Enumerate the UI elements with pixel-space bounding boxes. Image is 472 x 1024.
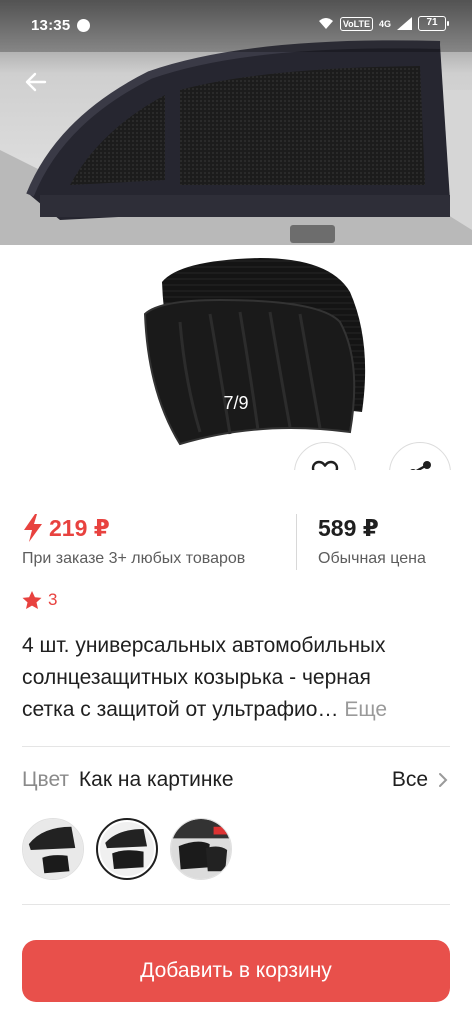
promo-note: При заказе 3+ любых товаров [22, 550, 246, 567]
share-button[interactable] [389, 442, 451, 470]
product-title: 4 шт. универсальных автомобильных солнце… [22, 630, 452, 726]
promo-price: 219 ₽ [23, 514, 110, 542]
product-gallery[interactable]: 13:35 VoLTE 4G 71 7/9 [0, 0, 472, 470]
divider [22, 904, 450, 905]
signal-icon [397, 17, 412, 30]
volte-badge: VoLTE [339, 16, 373, 31]
rating[interactable]: 3 [22, 590, 57, 610]
thumb-image [171, 819, 231, 879]
color-option-selected[interactable] [96, 818, 158, 880]
more-link[interactable]: Еще [344, 698, 387, 721]
star-icon [22, 590, 42, 609]
price-divider [296, 514, 297, 570]
all-colors-label: Все [391, 768, 428, 791]
arrow-left-icon [25, 72, 47, 92]
color-option[interactable] [22, 818, 84, 880]
color-thumbnails [22, 818, 232, 880]
rating-value: 3 [48, 590, 58, 609]
notification-icon [77, 19, 90, 32]
image-counter: 7/9 [223, 393, 249, 413]
promo-price-value: 219 ₽ [49, 514, 110, 541]
product-photo [143, 258, 366, 446]
wifi-icon [318, 18, 333, 29]
color-selector-row[interactable]: Цвет Как на картинке Все [22, 768, 450, 798]
title-line: солнцезащитных козырька - черная [22, 666, 371, 689]
regular-price: 589 ₽ [318, 515, 379, 541]
share-icon [410, 461, 431, 470]
status-bar: 13:35 VoLTE 4G 71 [0, 0, 472, 52]
heart-icon [311, 460, 339, 470]
battery-icon: 71 [418, 16, 449, 31]
chevron-right-icon [439, 773, 448, 787]
all-colors-link[interactable]: Все [392, 768, 448, 792]
status-time: 13:35 [31, 17, 71, 34]
network-badge: 4G [378, 18, 391, 29]
regular-price-note: Обычная цена [318, 550, 426, 567]
color-label: Цвет [22, 768, 70, 791]
color-value: Как на картинке [78, 768, 234, 791]
color-option[interactable] [170, 818, 232, 880]
divider [22, 746, 450, 747]
back-button[interactable] [14, 60, 58, 104]
price-block: 219 ₽ При заказе 3+ любых товаров 589 ₽ … [0, 510, 472, 575]
title-line: 4 шт. универсальных автомобильных [22, 634, 386, 657]
lightning-icon [24, 514, 42, 542]
status-indicators: VoLTE 4G 71 [318, 16, 449, 31]
title-line: сетка с защитой от ультрафио… Еще [22, 694, 452, 726]
thumb-image [23, 819, 83, 879]
title-line-text: сетка с защитой от ультрафио… [22, 698, 339, 721]
add-to-cart-button[interactable]: Добавить в корзину [22, 940, 450, 1002]
thumb-image [100, 822, 154, 876]
